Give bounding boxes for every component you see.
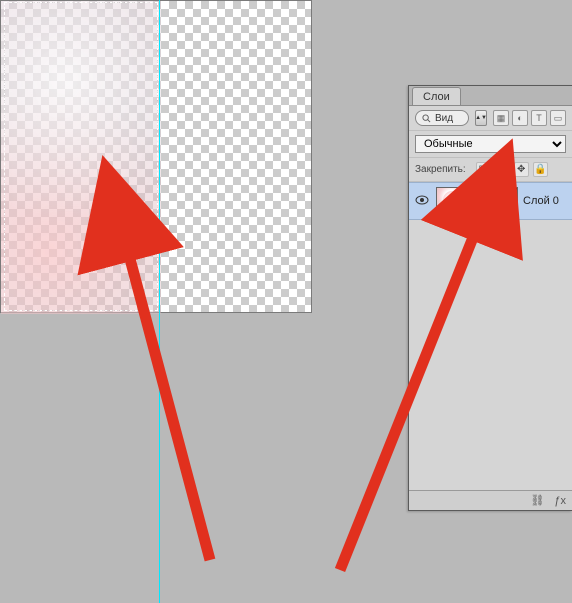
lock-pixels-icon[interactable]: ▦ bbox=[476, 162, 491, 177]
vertical-guide[interactable] bbox=[159, 0, 160, 603]
layer-mask-thumbnail[interactable] bbox=[488, 187, 518, 215]
filter-kind-stepper[interactable]: ▲▼ bbox=[475, 110, 487, 126]
layer-list: ⛓ Слой 0 bbox=[409, 182, 572, 490]
filter-type-icon[interactable]: T bbox=[531, 110, 547, 126]
document-canvas[interactable] bbox=[0, 0, 312, 313]
panel-tabbar: Слои bbox=[409, 86, 572, 106]
lock-move-icon[interactable]: ✥ bbox=[514, 162, 529, 177]
magnifier-icon bbox=[422, 114, 431, 123]
lock-brush-icon[interactable]: ✎ bbox=[495, 162, 510, 177]
layer-filter-kind[interactable]: Вид bbox=[415, 110, 469, 126]
layer-row[interactable]: ⛓ Слой 0 bbox=[409, 182, 572, 220]
lock-row: Закрепить: ▦ ✎ ✥ 🔒 bbox=[409, 158, 572, 182]
tab-layers[interactable]: Слои bbox=[412, 87, 461, 105]
blend-mode-row: Обычные bbox=[409, 131, 572, 158]
filter-type-icons: ▦ ◐ T ▭ bbox=[493, 110, 566, 126]
eye-icon bbox=[415, 195, 429, 205]
layer-filter-label: Вид bbox=[435, 113, 453, 124]
filter-pixel-icon[interactable]: ▦ bbox=[493, 110, 509, 126]
link-layers-icon[interactable]: ⛓ bbox=[530, 494, 544, 507]
layer-thumbnail[interactable] bbox=[436, 187, 466, 215]
mask-link-icon[interactable]: ⛓ bbox=[471, 195, 483, 208]
filter-shape-icon[interactable]: ▭ bbox=[550, 110, 566, 126]
layers-panel: Слои Вид ▲▼ ▦ ◐ T ▭ Обычные Закрепить: ▦… bbox=[408, 85, 572, 511]
image-layer-preview bbox=[1, 1, 161, 314]
fx-icon[interactable]: ƒx bbox=[554, 495, 566, 507]
filter-adjust-icon[interactable]: ◐ bbox=[512, 110, 528, 126]
blend-mode-select[interactable]: Обычные bbox=[415, 135, 566, 153]
lock-label: Закрепить: bbox=[415, 164, 466, 175]
panel-footer: ⛓ ƒx bbox=[409, 490, 572, 510]
lock-all-icon[interactable]: 🔒 bbox=[533, 162, 548, 177]
layer-filter-row: Вид ▲▼ ▦ ◐ T ▭ bbox=[409, 106, 572, 131]
visibility-toggle[interactable] bbox=[413, 195, 431, 208]
layer-name[interactable]: Слой 0 bbox=[523, 195, 559, 207]
